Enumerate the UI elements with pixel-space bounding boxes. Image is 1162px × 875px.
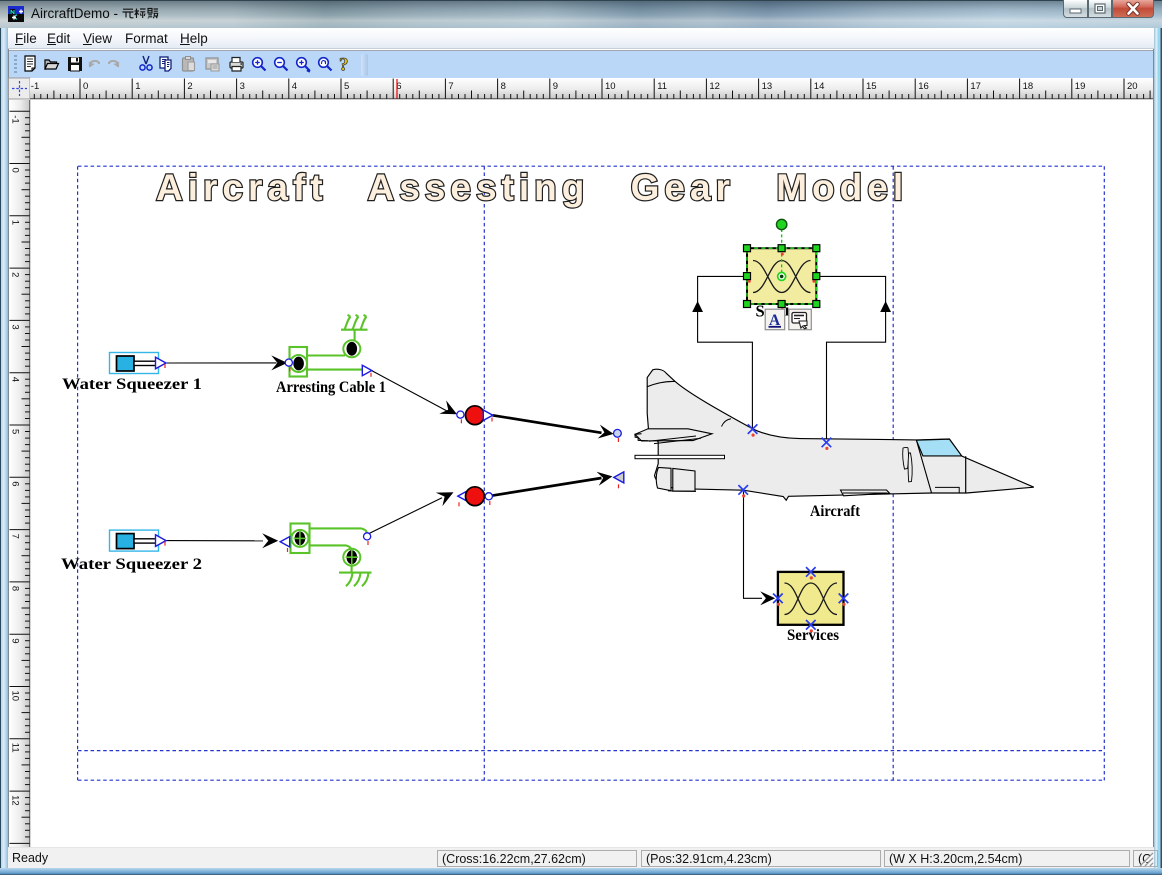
svg-text:-1: -1 bbox=[10, 115, 21, 123]
svg-text:10: 10 bbox=[10, 691, 21, 702]
svg-text:11: 11 bbox=[657, 81, 667, 92]
svg-text:18: 18 bbox=[1023, 81, 1034, 92]
svg-text:6: 6 bbox=[10, 481, 21, 486]
svg-text:2: 2 bbox=[187, 81, 192, 92]
svg-text:Water Squeezer 1: Water Squeezer 1 bbox=[62, 376, 202, 393]
svg-text:10: 10 bbox=[605, 81, 616, 92]
svg-text:1: 1 bbox=[10, 220, 21, 225]
svg-text:3: 3 bbox=[10, 324, 21, 329]
svg-text:-1: -1 bbox=[31, 81, 39, 92]
svg-text:16: 16 bbox=[918, 81, 929, 92]
svg-text:Services: Services bbox=[787, 627, 839, 644]
svg-text:9: 9 bbox=[10, 638, 21, 643]
svg-text:4: 4 bbox=[292, 81, 297, 92]
svg-text:12: 12 bbox=[709, 81, 720, 92]
svg-text:5: 5 bbox=[10, 429, 21, 434]
svg-text:Aircraft Assesting Gear Model: Aircraft Assesting Gear Model bbox=[156, 167, 908, 208]
svg-text:9: 9 bbox=[553, 81, 558, 92]
svg-text:7: 7 bbox=[10, 534, 21, 539]
svg-text:2: 2 bbox=[10, 272, 21, 277]
svg-text:Water Squeezer 2: Water Squeezer 2 bbox=[61, 556, 202, 573]
svg-text:8: 8 bbox=[501, 81, 506, 92]
svg-text:S: S bbox=[756, 302, 765, 321]
svg-text:7: 7 bbox=[448, 81, 453, 92]
svg-text:0: 0 bbox=[83, 81, 88, 92]
svg-text:4: 4 bbox=[10, 377, 21, 382]
svg-text:0: 0 bbox=[10, 168, 21, 173]
svg-text:Arresting Cable 1: Arresting Cable 1 bbox=[276, 379, 386, 396]
svg-text:17: 17 bbox=[970, 81, 981, 92]
svg-text:15: 15 bbox=[866, 81, 877, 92]
svg-text:3: 3 bbox=[240, 81, 245, 92]
svg-text:1: 1 bbox=[135, 81, 140, 92]
svg-text:5: 5 bbox=[344, 81, 349, 92]
svg-text:11: 11 bbox=[10, 743, 21, 753]
svg-text:?: ? bbox=[339, 55, 349, 76]
svg-text:20: 20 bbox=[1127, 81, 1138, 92]
svg-text:Aircraft: Aircraft bbox=[810, 503, 861, 520]
svg-text:14: 14 bbox=[814, 81, 825, 92]
svg-text:8: 8 bbox=[10, 586, 21, 591]
svg-text:13: 13 bbox=[762, 81, 773, 92]
svg-text:19: 19 bbox=[1075, 81, 1086, 92]
svg-text:12: 12 bbox=[10, 795, 21, 806]
